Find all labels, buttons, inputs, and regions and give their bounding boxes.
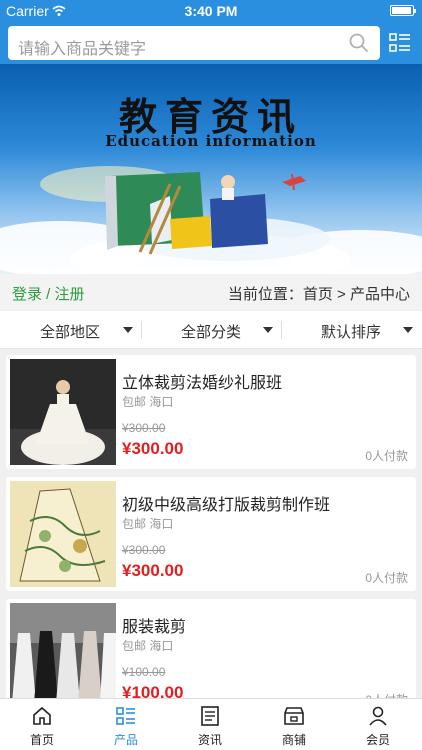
filter-sort-label[interactable]: 默认排序 — [321, 321, 381, 342]
home-icon[interactable] — [31, 705, 53, 727]
tab-bar: 首页 产品 资讯 商铺 会员 — [0, 698, 422, 750]
product-image[interactable] — [10, 481, 116, 587]
tab-store[interactable]: 商铺 — [252, 699, 336, 750]
current-price: ¥300.00 — [122, 561, 184, 580]
tab-home-label[interactable]: 首页 — [0, 731, 84, 748]
product-name[interactable]: 服装裁剪 — [122, 613, 186, 637]
original-price: ¥100.00 — [122, 665, 166, 679]
product-card[interactable]: 立体裁剪法婚纱礼服班 包邮 海口 ¥300.00 ¥300.00 0人付款 — [6, 355, 416, 469]
tab-member[interactable]: 会员 — [336, 699, 420, 750]
user-icon[interactable] — [367, 705, 389, 727]
tab-news[interactable]: 资讯 — [168, 699, 252, 750]
login-register-link[interactable]: 登录 / 注册 — [12, 283, 85, 304]
product-name[interactable]: 立体裁剪法婚纱礼服班 — [122, 369, 282, 393]
search-placeholder[interactable]: 请输入商品关键字 — [18, 35, 146, 59]
search-box[interactable]: 请输入商品关键字 — [8, 26, 380, 60]
education-banner[interactable]: 教育资讯 Education information — [0, 64, 422, 274]
battery-icon — [390, 5, 416, 16]
filter-region-label[interactable]: 全部地区 — [40, 321, 100, 342]
product-name[interactable]: 初级中级高级打版裁剪制作班 — [122, 491, 330, 515]
product-tags: 包邮 海口 — [122, 395, 174, 409]
product-tags: 包邮 海口 — [122, 517, 174, 531]
search-icon[interactable] — [348, 32, 370, 54]
paid-count: 0人付款 — [365, 449, 408, 463]
tab-member-label[interactable]: 会员 — [336, 731, 420, 748]
breadcrumb: 当前位置：首页 > 产品中心 — [227, 286, 410, 303]
status-bar: Carrier 3:40 PM — [0, 0, 422, 22]
product-image[interactable] — [10, 359, 116, 465]
filter-category[interactable]: 全部分类 — [141, 311, 281, 349]
filter-region[interactable]: 全部地区 — [0, 311, 140, 349]
filter-category-label[interactable]: 全部分类 — [181, 321, 241, 342]
tab-home[interactable]: 首页 — [0, 699, 84, 750]
filter-sort[interactable]: 默认排序 — [281, 311, 421, 349]
status-time: 3:40 PM — [184, 3, 238, 19]
grid-list-icon[interactable] — [115, 705, 137, 727]
chevron-down-icon[interactable] — [263, 327, 273, 333]
current-price: ¥300.00 — [122, 439, 184, 458]
header-bar: Carrier 3:40 PM 请输入商品关键字 — [0, 0, 422, 64]
tab-products-label[interactable]: 产品 — [84, 731, 168, 748]
paid-count: 0人付款 — [365, 571, 408, 585]
chevron-down-icon[interactable] — [403, 327, 413, 333]
product-card[interactable]: 服装裁剪 包邮 海口 ¥100.00 ¥100.00 0人付款 — [6, 599, 416, 713]
product-image[interactable] — [10, 603, 116, 709]
news-icon[interactable] — [199, 705, 221, 727]
product-tags: 包邮 海口 — [122, 639, 174, 653]
store-icon[interactable] — [283, 705, 305, 727]
tab-products[interactable]: 产品 — [84, 699, 168, 750]
banner-subtitle: Education information — [105, 132, 317, 150]
tab-store-label[interactable]: 商铺 — [252, 731, 336, 748]
product-card[interactable]: 初级中级高级打版裁剪制作班 包邮 海口 ¥300.00 ¥300.00 0人付款 — [6, 477, 416, 591]
chevron-down-icon[interactable] — [123, 327, 133, 333]
category-menu-icon[interactable] — [388, 31, 412, 55]
original-price: ¥300.00 — [122, 421, 166, 435]
tab-news-label[interactable]: 资讯 — [168, 731, 252, 748]
breadcrumb-bar: 登录 / 注册 当前位置：首页 > 产品中心 — [0, 274, 422, 310]
original-price: ¥300.00 — [122, 543, 166, 557]
filter-bar: 全部地区 全部分类 默认排序 — [0, 311, 422, 349]
